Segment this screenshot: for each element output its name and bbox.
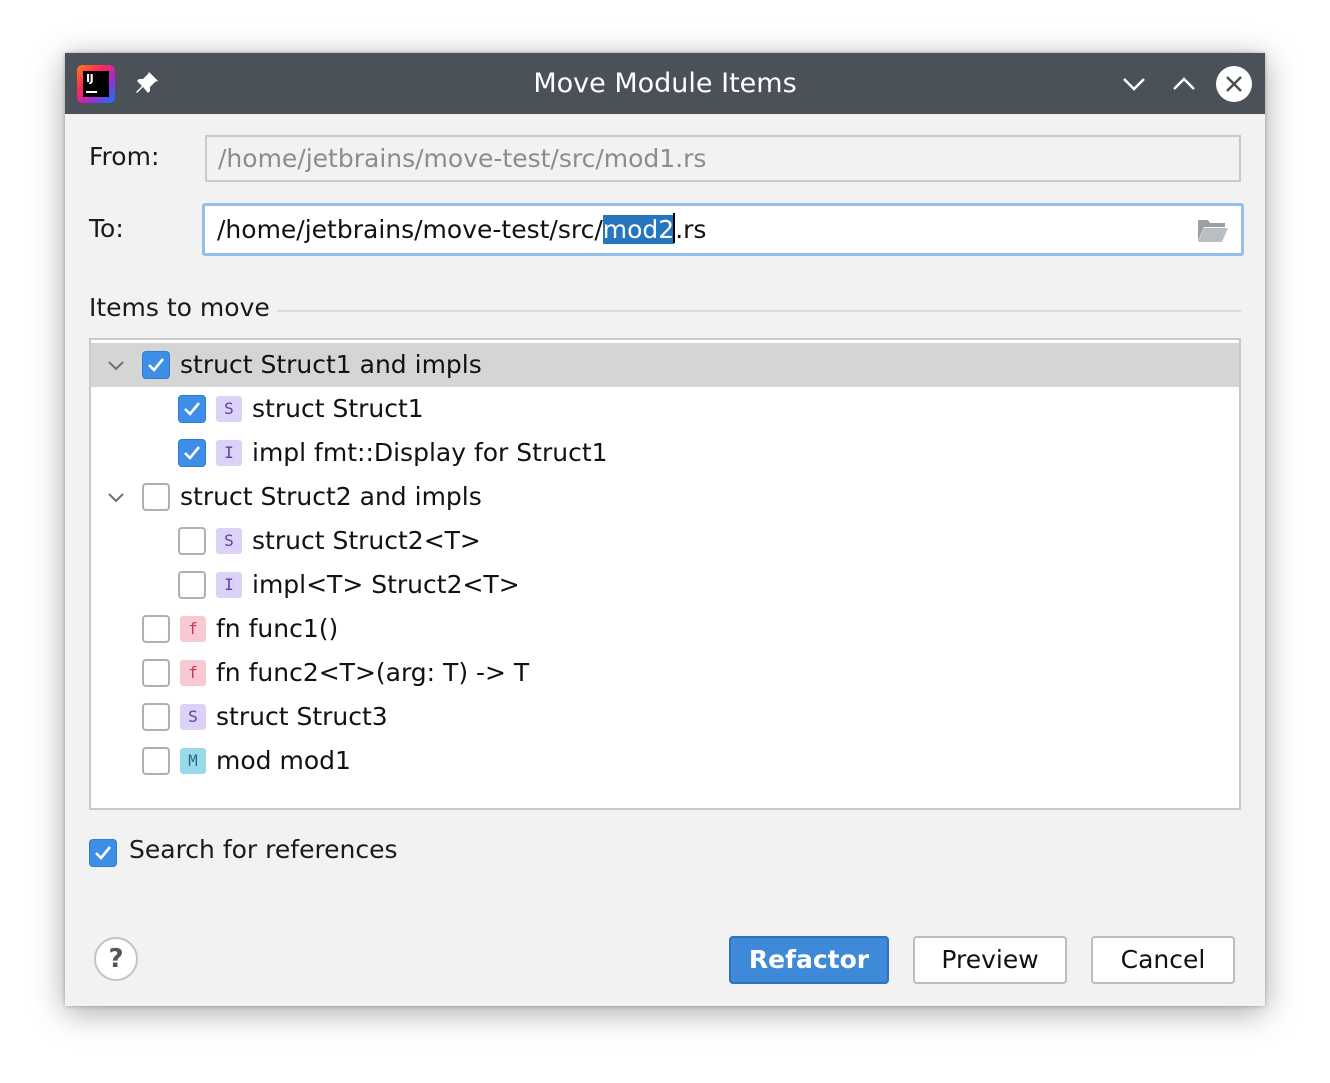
tree-row-label: fn func1() <box>216 614 339 643</box>
tree-row-impl-struct2[interactable]: I impl<T> Struct2<T> <box>91 563 1239 607</box>
to-value-prefix: /home/jetbrains/move-test/src/ <box>217 215 603 244</box>
struct-icon: S <box>216 396 242 422</box>
tree-row-mod1[interactable]: M mod mod1 <box>91 739 1239 783</box>
items-to-move-heading: Items to move <box>89 293 270 322</box>
from-label: From: <box>89 142 160 171</box>
checkbox-struct1[interactable] <box>178 395 206 423</box>
from-value: /home/jetbrains/move-test/src/mod1.rs <box>218 144 707 173</box>
preview-button[interactable]: Preview <box>913 936 1067 984</box>
help-button[interactable]: ? <box>94 937 138 981</box>
tree-row-label: struct Struct1 and impls <box>180 350 482 379</box>
function-icon: f <box>180 660 206 686</box>
to-path-input[interactable]: /home/jetbrains/move-test/src/mod2.rs <box>202 203 1244 256</box>
browse-folder-icon[interactable] <box>1197 217 1229 243</box>
tree-row-label: impl<T> Struct2<T> <box>252 570 520 599</box>
struct-icon: S <box>216 528 242 554</box>
checkbox-mod1[interactable] <box>142 747 170 775</box>
tree-row-label: struct Struct2 and impls <box>180 482 482 511</box>
checkbox-func2[interactable] <box>142 659 170 687</box>
checkbox-func1[interactable] <box>142 615 170 643</box>
tree-row-label: struct Struct3 <box>216 702 388 731</box>
checkbox-struct1-group[interactable] <box>142 351 170 379</box>
tree-row-func1[interactable]: f fn func1() <box>91 607 1239 651</box>
tree-row-label: struct Struct2<T> <box>252 526 481 555</box>
checkbox-impl-struct2[interactable] <box>178 571 206 599</box>
checkbox-impl-display[interactable] <box>178 439 206 467</box>
from-field: /home/jetbrains/move-test/src/mod1.rs <box>205 135 1241 182</box>
tree-row-impl-display[interactable]: I impl fmt::Display for Struct1 <box>91 431 1239 475</box>
to-label: To: <box>89 214 124 243</box>
maximize-chevron-up-icon[interactable] <box>1167 67 1201 101</box>
checkbox-struct3[interactable] <box>142 703 170 731</box>
checkbox-struct2[interactable] <box>178 527 206 555</box>
tree-row-label: struct Struct1 <box>252 394 424 423</box>
chevron-down-icon[interactable] <box>105 486 127 508</box>
to-value-selected: mod2 <box>602 215 675 244</box>
tree-row-func2[interactable]: f fn func2<T>(arg: T) -> T <box>91 651 1239 695</box>
tree-row-label: mod mod1 <box>216 746 351 775</box>
refactor-button[interactable]: Refactor <box>729 936 889 984</box>
module-icon: M <box>180 748 206 774</box>
move-module-items-dialog: IJ Move Module Items From: /home/jetbrai… <box>65 53 1265 1006</box>
impl-icon: I <box>216 572 242 598</box>
tree-row-label: fn func2<T>(arg: T) -> T <box>216 658 530 687</box>
chevron-down-icon[interactable] <box>105 354 127 376</box>
cancel-button[interactable]: Cancel <box>1091 936 1235 984</box>
tree-row-struct1[interactable]: S struct Struct1 <box>91 387 1239 431</box>
close-icon[interactable] <box>1216 66 1252 102</box>
struct-icon: S <box>180 704 206 730</box>
tree-row-struct1-group[interactable]: struct Struct1 and impls <box>91 343 1239 387</box>
tree-row-struct2[interactable]: S struct Struct2<T> <box>91 519 1239 563</box>
title-bar[interactable]: IJ Move Module Items <box>65 53 1265 114</box>
tree-row-struct2-group[interactable]: struct Struct2 and impls <box>91 475 1239 519</box>
checkbox-struct2-group[interactable] <box>142 483 170 511</box>
tree-row-struct3[interactable]: S struct Struct3 <box>91 695 1239 739</box>
function-icon: f <box>180 616 206 642</box>
items-tree[interactable]: struct Struct1 and impls S struct Struct… <box>89 338 1241 810</box>
search-references-label[interactable]: Search for references <box>129 835 398 864</box>
search-references-checkbox[interactable] <box>89 839 117 867</box>
tree-row-label: impl fmt::Display for Struct1 <box>252 438 608 467</box>
minimize-chevron-down-icon[interactable] <box>1117 67 1151 101</box>
window-title: Move Module Items <box>533 68 797 99</box>
to-value-suffix: .rs <box>675 215 707 244</box>
impl-icon: I <box>216 440 242 466</box>
section-divider <box>277 310 1241 312</box>
